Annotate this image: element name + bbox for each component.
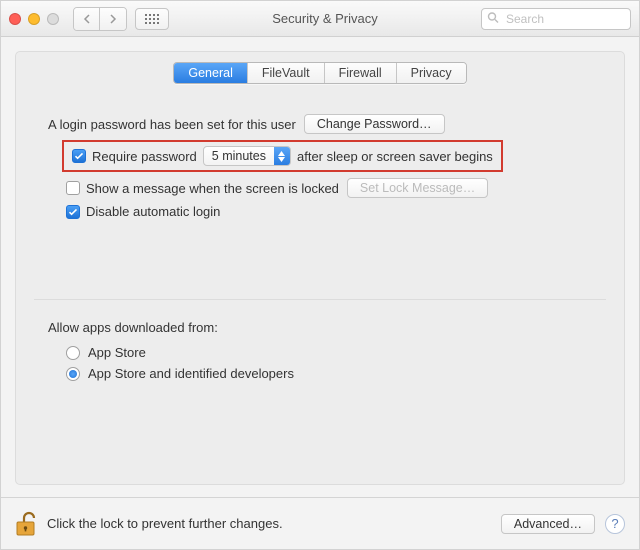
require-password-delay-value: 5 minutes — [204, 149, 274, 163]
lock-text: Click the lock to prevent further change… — [47, 516, 283, 531]
lock-button[interactable] — [15, 511, 37, 537]
minimize-dot[interactable] — [28, 13, 40, 25]
divider — [34, 299, 606, 300]
help-button[interactable]: ? — [605, 514, 625, 534]
chevron-left-icon — [83, 14, 90, 24]
lock-open-icon — [15, 511, 37, 537]
panel: General FileVault Firewall Privacy A log… — [15, 51, 625, 485]
disable-auto-login-row: Disable automatic login — [66, 204, 606, 219]
tab-bar: General FileVault Firewall Privacy — [34, 62, 606, 84]
disable-auto-login-checkbox[interactable]: Disable automatic login — [66, 204, 220, 219]
check-icon — [68, 207, 78, 217]
tab-firewall[interactable]: Firewall — [325, 63, 397, 83]
checkbox-box — [72, 149, 86, 163]
gatekeeper-radio-appstore[interactable]: App Store — [66, 345, 146, 360]
titlebar: Security & Privacy — [1, 1, 639, 37]
show-message-row: Show a message when the screen is locked… — [66, 178, 606, 198]
checkbox-box — [66, 181, 80, 195]
search-icon — [487, 11, 499, 26]
change-password-button[interactable]: Change Password… — [304, 114, 445, 134]
search-input[interactable] — [481, 8, 631, 30]
gatekeeper-option-appstore-row: App Store — [66, 345, 606, 360]
require-password-suffix: after sleep or screen saver begins — [297, 149, 493, 164]
close-dot[interactable] — [9, 13, 21, 25]
traffic-lights — [9, 13, 59, 25]
login-password-text: A login password has been set for this u… — [48, 117, 296, 132]
require-password-highlight: Require password 5 minutes after sleep o… — [62, 140, 503, 172]
stepper-arrows-icon — [274, 147, 290, 165]
search-field-wrap — [481, 8, 631, 30]
gatekeeper-heading-row: Allow apps downloaded from: — [48, 320, 606, 335]
check-icon — [74, 151, 84, 161]
question-icon: ? — [611, 516, 618, 531]
gatekeeper-option-appstore-label: App Store — [88, 345, 146, 360]
body: General FileVault Firewall Privacy A log… — [1, 37, 639, 497]
radio-dot — [66, 367, 80, 381]
gatekeeper-heading: Allow apps downloaded from: — [48, 320, 218, 335]
require-password-delay-popup[interactable]: 5 minutes — [203, 146, 291, 166]
tab-privacy[interactable]: Privacy — [397, 63, 466, 83]
gatekeeper-option-identified-label: App Store and identified developers — [88, 366, 294, 381]
prefs-window: Security & Privacy General FileVault Fir… — [0, 0, 640, 550]
zoom-dot — [47, 13, 59, 25]
forward-button[interactable] — [100, 8, 126, 30]
tab-general[interactable]: General — [174, 63, 247, 83]
chevron-right-icon — [110, 14, 117, 24]
gatekeeper-option-identified-row: App Store and identified developers — [66, 366, 606, 381]
radio-dot — [66, 346, 80, 360]
nav-back-forward — [73, 7, 127, 31]
advanced-button[interactable]: Advanced… — [501, 514, 595, 534]
back-button[interactable] — [74, 8, 100, 30]
disable-auto-login-label: Disable automatic login — [86, 204, 220, 219]
tab-segment: General FileVault Firewall Privacy — [173, 62, 466, 84]
require-password-label: Require password — [92, 149, 197, 164]
set-lock-message-button: Set Lock Message… — [347, 178, 488, 198]
gatekeeper-radio-identified[interactable]: App Store and identified developers — [66, 366, 294, 381]
tab-filevault[interactable]: FileVault — [248, 63, 325, 83]
require-password-row: Require password 5 minutes after sleep o… — [66, 140, 606, 172]
require-password-checkbox[interactable]: Require password — [72, 149, 197, 164]
show-message-label: Show a message when the screen is locked — [86, 181, 339, 196]
show-message-checkbox[interactable]: Show a message when the screen is locked — [66, 181, 339, 196]
login-password-row: A login password has been set for this u… — [48, 114, 606, 134]
grid-icon — [145, 14, 159, 24]
checkbox-box — [66, 205, 80, 219]
footer: Click the lock to prevent further change… — [1, 497, 639, 549]
show-all-button[interactable] — [135, 8, 169, 30]
window-title: Security & Privacy — [177, 11, 473, 26]
